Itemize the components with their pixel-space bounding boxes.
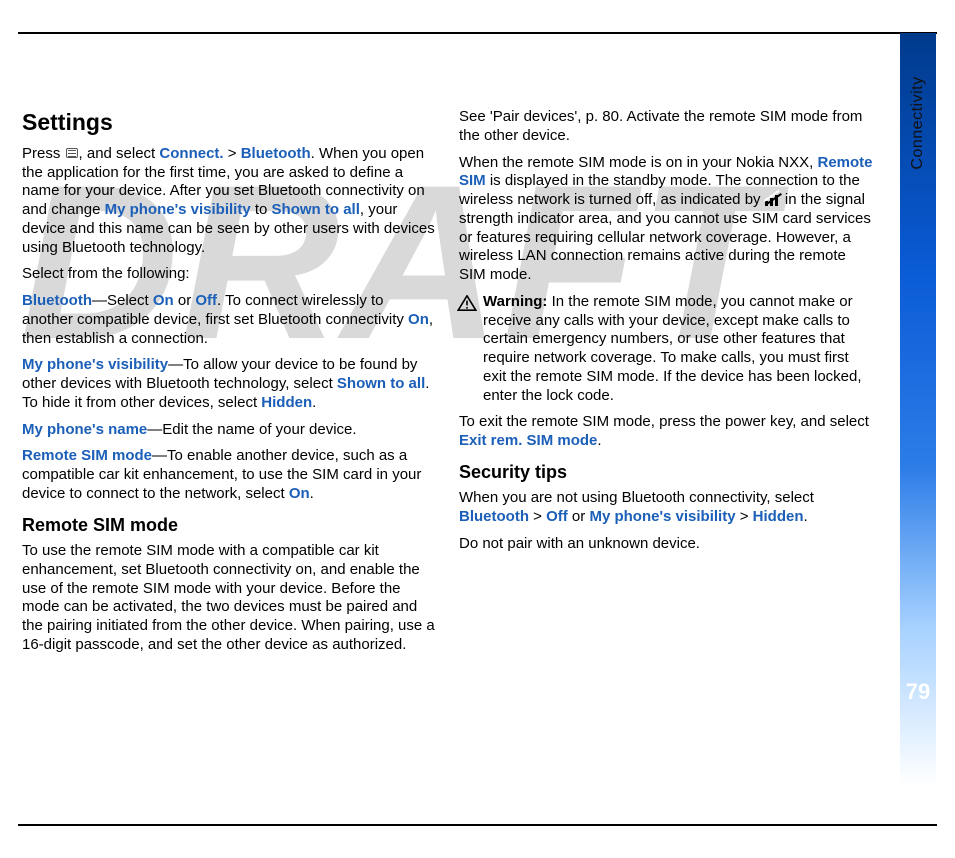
para-rsim-indicator: When the remote SIM mode is on in your N… [459,154,874,285]
txt: . [312,394,316,411]
warning-block: Warning: In the remote SIM mode, you can… [459,293,874,406]
warning-icon [457,295,477,311]
kw-connect: Connect. [159,145,223,162]
txt: . [597,432,601,449]
txt: or [174,292,196,309]
txt: To exit the remote SIM mode, press the p… [459,413,869,430]
txt: , and select [79,145,160,162]
page-number: 79 [900,678,936,706]
kw-visibility: My phone's visibility [22,356,168,373]
kw-off: Off [546,508,568,525]
txt: . [310,485,314,502]
kw-on: On [153,292,174,309]
kw-bluetooth: Bluetooth [241,145,311,162]
txt: Press [22,145,65,162]
txt: > [736,508,753,525]
heading-security-tips: Security tips [459,461,874,484]
kw-bluetooth: Bluetooth [459,508,529,525]
top-rule [18,32,937,34]
para-security: When you are not using Bluetooth connect… [459,489,874,527]
kw-on: On [289,485,310,502]
side-strip: Connectivity 79 [900,33,936,825]
kw-shown-to-all: Shown to all [272,201,360,218]
para-remote-sim-option: Remote SIM mode—To enable another device… [22,447,437,503]
txt: . [804,508,808,525]
kw-off: Off [195,292,217,309]
txt: > [529,508,546,525]
para-visibility-option: My phone's visibility—To allow your devi… [22,356,437,412]
para-intro: Press , and select Connect. > Bluetooth.… [22,145,437,258]
kw-exit-rem-sim: Exit rem. SIM mode [459,432,597,449]
body-text: Settings Press , and select Connect. > B… [22,108,874,668]
heading-settings: Settings [22,108,437,137]
txt: When you are not using Bluetooth connect… [459,489,814,506]
txt: —Edit the name of your device. [147,421,356,438]
kw-phone-name: My phone's name [22,421,147,438]
warning-lead: Warning: [483,293,547,310]
kw-bluetooth: Bluetooth [22,292,92,309]
side-section-label: Connectivity [908,76,928,169]
heading-remote-sim: Remote SIM mode [22,514,437,537]
kw-hidden: Hidden [261,394,312,411]
para-name-option: My phone's name—Edit the name of your de… [22,421,437,440]
txt: to [251,201,272,218]
para-exit-rsim: To exit the remote SIM mode, press the p… [459,413,874,451]
para-select: Select from the following: [22,265,437,284]
para-bluetooth-option: Bluetooth—Select On or Off. To connect w… [22,292,437,348]
menu-key-icon [65,147,79,159]
kw-visibility: My phone's visibility [589,508,735,525]
para-security-final: Do not pair with an unknown device. [459,535,874,554]
kw-visibility: My phone's visibility [105,201,251,218]
no-signal-icon [765,192,781,206]
kw-on: On [408,311,429,328]
kw-shown-to-all: Shown to all [337,375,425,392]
txt: or [568,508,590,525]
txt: > [224,145,241,162]
bottom-rule [18,824,937,826]
kw-remote-sim-mode: Remote SIM mode [22,447,152,464]
txt: When the remote SIM mode is on in your N… [459,154,817,171]
kw-hidden: Hidden [753,508,804,525]
txt: —Select [92,292,153,309]
